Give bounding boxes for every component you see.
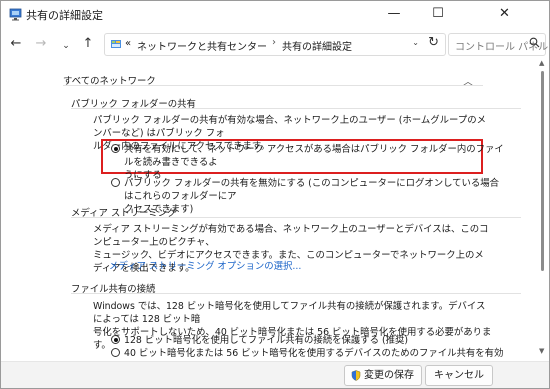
radio-unselected[interactable] [111, 178, 120, 187]
label-line: パブリック フォルダーの共有を無効にする (このコンピューターにログオンしている… [124, 178, 500, 202]
address-bar[interactable]: « ネットワークと共有センター › 共有の詳細設定 ⌄ ↻ [104, 33, 446, 56]
description-line: メディア ストリーミングが有効である場合、ネットワーク上のユーザーとデバイスは、… [93, 224, 489, 248]
advanced-sharing-window: 共有の詳細設定 — ☐ ✕ ← → ⌄ ↑ « ネットワークと共有センター › … [0, 0, 550, 389]
scrollbar-thumb[interactable] [541, 71, 544, 271]
control-panel-icon [111, 40, 121, 48]
footer-bar: 変更の保存 キャンセル [1, 361, 549, 388]
window-title: 共有の詳細設定 [26, 9, 103, 22]
breadcrumb-separator-icon: › [272, 37, 276, 48]
save-changes-button[interactable]: 変更の保存 [344, 365, 422, 386]
radio-selected[interactable] [111, 144, 120, 153]
breadcrumb-overflow-icon[interactable]: « [125, 38, 131, 49]
title-bar: 共有の詳細設定 — ☐ ✕ [1, 1, 549, 29]
search-box[interactable]: コントロール パネル... [448, 33, 549, 56]
breadcrumb-network-center[interactable]: ネットワークと共有センター [137, 38, 267, 53]
divider [71, 293, 521, 294]
divider [63, 85, 483, 86]
description-line: パブリック フォルダーの共有が有効な場合、ネットワーク上のユーザー (ホームグル… [93, 115, 486, 139]
network-sharing-icon [9, 8, 22, 21]
radio-selected[interactable] [111, 335, 120, 344]
breadcrumb-advanced-sharing[interactable]: 共有の詳細設定 [282, 38, 352, 53]
radio-unselected[interactable] [111, 348, 120, 357]
maximize-button[interactable]: ☐ [416, 1, 460, 29]
search-icon [529, 37, 540, 48]
close-button[interactable]: ✕ [460, 1, 549, 29]
radio-label[interactable]: 40 ビット暗号化または 56 ビット暗号化を使用するデバイスのためのファイル共… [124, 347, 504, 361]
minimize-button[interactable]: — [372, 1, 416, 29]
cancel-button[interactable]: キャンセル [425, 365, 493, 386]
refresh-icon[interactable]: ↻ [428, 35, 439, 50]
navigation-bar: ← → ⌄ ↑ « ネットワークと共有センター › 共有の詳細設定 ⌄ ↻ コン… [1, 29, 549, 59]
divider [71, 108, 521, 109]
close-icon: ✕ [499, 6, 510, 21]
label-line: 共有を有効にして、ネットワーク アクセスがある場合はパブリック フォルダー内のフ… [124, 144, 504, 168]
label-line: クセスできます) [124, 204, 194, 215]
radio-label[interactable]: 128 ビット暗号化を使用してファイル共有の接続を保護する (推奨) [124, 334, 504, 347]
description-line: Windows では、128 ビット暗号化を使用してファイル共有の接続が保護され… [93, 301, 486, 325]
uac-shield-icon [351, 370, 361, 381]
save-label: 変更の保存 [364, 370, 414, 381]
scroll-down-arrow-icon[interactable]: ▼ [539, 347, 544, 355]
forward-arrow-icon[interactable]: → [32, 36, 50, 52]
back-arrow-icon[interactable]: ← [7, 36, 25, 52]
radio-label[interactable]: パブリック フォルダーの共有を無効にする (このコンピューターにログオンしている… [124, 177, 504, 216]
divider [71, 217, 521, 218]
scroll-up-arrow-icon[interactable]: ▲ [539, 59, 544, 67]
media-streaming-options-link[interactable]: メディア ストリーミング オプションの選択... [109, 258, 301, 272]
address-dropdown-icon[interactable]: ⌄ [412, 38, 419, 47]
settings-content: すべてのネットワーク ︿ パブリック フォルダーの共有 パブリック フォルダーの… [1, 59, 549, 361]
up-arrow-icon[interactable]: ↑ [79, 36, 97, 52]
recent-locations-icon[interactable]: ⌄ [57, 38, 75, 54]
